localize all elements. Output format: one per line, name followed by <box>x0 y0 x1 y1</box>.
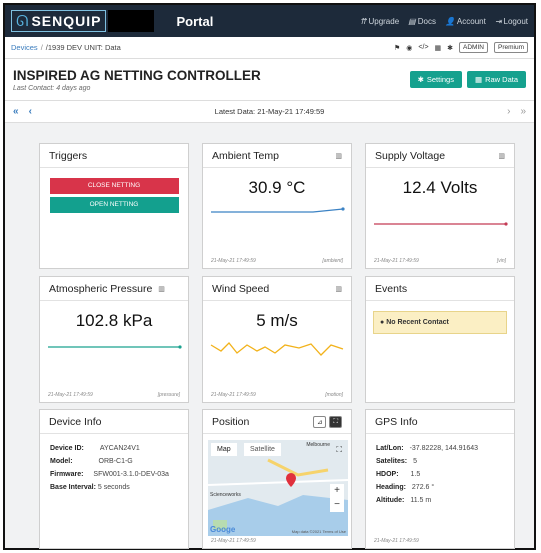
map-attribution: Map data ©2021 Terms of Use <box>291 529 346 534</box>
raw-data-button[interactable]: ▦ Raw Data <box>466 71 526 88</box>
timestamp: 21-May-21 17:49:59 <box>211 392 256 398</box>
page-header: INSPIRED AG NETTING CONTROLLER Last Cont… <box>5 59 534 101</box>
redacted-box <box>108 10 155 32</box>
chart-icon[interactable]: ▥ <box>335 285 342 293</box>
next-page-icon[interactable]: › <box>507 106 510 117</box>
map-label-melbourne: Melbourne <box>306 442 330 448</box>
admin-badge[interactable]: ADMIN <box>459 42 488 53</box>
table-icon: ▦ <box>474 75 483 84</box>
chart-icon[interactable]: ▥ <box>158 285 165 293</box>
timestamp: 21-May-21 17:49:59 <box>211 538 256 544</box>
map-view[interactable]: Map Satellite ⛶ + − Scienceworks Melbourn… <box>208 440 348 536</box>
portal-title: Portal <box>176 13 214 29</box>
logout-icon: ⇥ <box>494 16 502 26</box>
device-info-card: Device Info Device ID: AYCAN24V1 Model: … <box>39 409 189 549</box>
open-netting-button[interactable]: OPEN NETTING <box>49 197 179 213</box>
supply-sparkline <box>374 222 508 226</box>
docs-icon: ▤ <box>408 16 416 26</box>
senquip-logo[interactable]: ᘏ SENQUIP <box>11 10 107 32</box>
position-card: Position ⊿ ⛶ Map Satellite ⛶ + − Sciencew… <box>202 409 352 549</box>
map-tab[interactable]: Map <box>211 443 237 456</box>
gps-info-list: Lat/Lon: -37.82228, 144.91643 Satelites:… <box>376 445 479 504</box>
logo-swirl-icon: ᘏ <box>16 12 29 30</box>
brand-name: SENQUIP <box>31 13 102 29</box>
settings-button[interactable]: ✱ Settings <box>409 71 462 88</box>
device-info-list: Device ID: AYCAN24V1 Model: ORB-C1-G Fir… <box>50 445 169 491</box>
card-title: Device Info <box>49 415 102 428</box>
card-title: GPS Info <box>375 415 418 428</box>
sensor-tag: [ambient] <box>322 258 343 264</box>
satellite-tab[interactable]: Satellite <box>244 443 281 456</box>
eye-icon[interactable]: ◉ <box>406 44 412 52</box>
wind-speed-value: 5 m/s <box>256 311 298 330</box>
upgrade-link[interactable]: ⇈ Upgrade <box>360 17 399 26</box>
card-title: Ambient Temp <box>212 149 279 162</box>
grid-icon[interactable]: ▦ <box>435 44 442 52</box>
top-nav-links: ⇈ Upgrade ▤ Docs 👤 Account ⇥ Logout <box>360 17 528 26</box>
breadcrumb-unit: /1939 DEV UNIT: Data <box>45 43 121 52</box>
pressure-sparkline <box>48 345 182 349</box>
card-title: Position <box>212 415 250 428</box>
latest-data-label: Latest Data: 21-May-21 17:49:59 <box>214 107 325 116</box>
prev-page-icon[interactable]: ‹ <box>29 106 32 117</box>
ambient-temp-card: Ambient Temp ▥ 30.9 °C 21-May-21 17:49:59… <box>202 143 352 269</box>
card-title: Events <box>375 282 408 295</box>
events-card: Events ● No Recent Contact <box>365 276 515 403</box>
triggers-card: Triggers CLOSE NETTING OPEN NETTING <box>39 143 189 269</box>
ambient-temp-value: 30.9 °C <box>248 178 306 197</box>
timestamp: 21-May-21 17:49:59 <box>211 258 256 264</box>
first-page-icon[interactable]: « <box>13 106 19 117</box>
ambient-sparkline <box>211 207 345 213</box>
premium-badge[interactable]: Premium <box>493 42 528 53</box>
breadcrumb-devices[interactable]: Devices <box>11 43 38 52</box>
map-label-scienceworks: Scienceworks <box>210 492 241 498</box>
toolbar: ⚑ ◉ </> ▦ ✱ ADMIN Premium <box>394 42 528 53</box>
pressure-card: Atmospheric Pressure ▥ 102.8 kPa 21-May-2… <box>39 276 189 403</box>
zoom-controls[interactable]: + − <box>330 484 344 512</box>
location-icon[interactable]: ⊿ <box>312 415 327 428</box>
chart-icon[interactable]: ▥ <box>335 152 342 160</box>
close-netting-button[interactable]: CLOSE NETTING <box>49 178 179 194</box>
upgrade-icon: ⇈ <box>359 16 367 26</box>
card-title: Supply Voltage <box>375 149 446 162</box>
sensor-tag: [pressure] <box>157 392 180 398</box>
flag-icon[interactable]: ⚑ <box>394 44 400 52</box>
expand-map-icon[interactable]: ⛶ <box>336 445 342 455</box>
last-contact: Last Contact: 4 days ago <box>13 84 91 92</box>
timestamp: 21-May-21 17:49:59 <box>374 258 419 264</box>
chart-icon[interactable]: ▥ <box>498 152 505 160</box>
docs-link[interactable]: ▤ Docs <box>408 17 436 26</box>
logout-link[interactable]: ⇥ Logout <box>495 17 528 26</box>
info-icon: ● <box>380 319 385 326</box>
last-page-icon[interactable]: » <box>520 106 526 117</box>
card-title: Wind Speed <box>212 282 270 295</box>
pressure-value: 102.8 kPa <box>75 311 153 330</box>
fullscreen-icon[interactable]: ⛶ <box>329 415 342 428</box>
account-icon: 👤 <box>444 16 455 26</box>
gps-info-card: GPS Info Lat/Lon: -37.82228, 144.91643 S… <box>365 409 515 549</box>
account-link[interactable]: 👤 Account <box>445 17 486 26</box>
supply-voltage-card: Supply Voltage ▥ 12.4 Volts 21-May-21 17:… <box>365 143 515 269</box>
sensor-tag: [vin] <box>496 258 506 264</box>
breadcrumb: Devices / /1939 DEV UNIT: Data ⚑ ◉ </> ▦… <box>5 37 534 59</box>
google-logo: Googe <box>210 525 236 534</box>
timestamp: 21-May-21 17:49:59 <box>48 392 93 398</box>
card-title: Triggers <box>49 149 88 162</box>
top-navbar: ᘏ SENQUIP Portal ⇈ Upgrade ▤ Docs 👤 Account… <box>5 5 534 37</box>
wind-speed-card: Wind Speed ▥ 5 m/s 21-May-21 17:49:59 [mot… <box>202 276 352 403</box>
card-title: Atmospheric Pressure <box>49 282 153 295</box>
timestamp: 21-May-21 17:49:59 <box>374 538 419 544</box>
wind-sparkline <box>210 342 344 356</box>
gear-icon[interactable]: ✱ <box>447 44 453 52</box>
data-pager: « ‹ Latest Data: 21-May-21 17:49:59 › » <box>5 101 534 123</box>
sensor-tag: [motion] <box>325 392 343 398</box>
page-title: INSPIRED AG NETTING CONTROLLER <box>13 67 261 83</box>
event-message: No Recent Contact <box>386 319 449 326</box>
event-alert: ● No Recent Contact <box>373 311 507 334</box>
supply-voltage-value: 12.4 Volts <box>402 178 478 197</box>
code-icon[interactable]: </> <box>418 44 428 51</box>
gear-icon: ✱ <box>417 75 424 84</box>
